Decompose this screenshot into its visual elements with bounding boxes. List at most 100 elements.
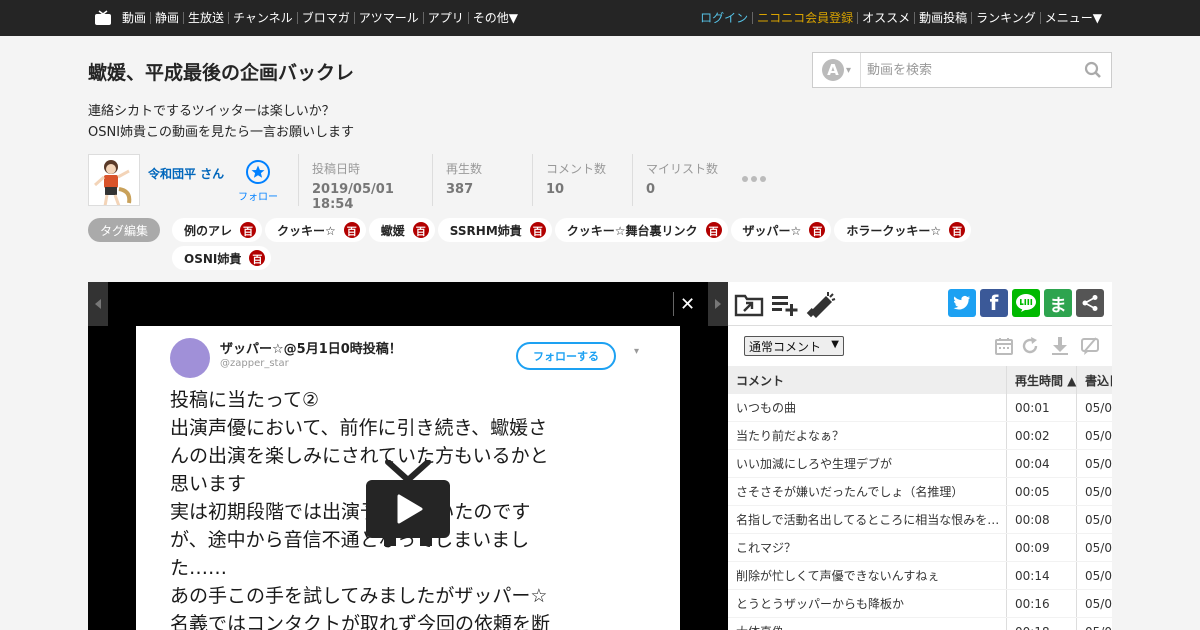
- next-panel-button[interactable]: [708, 282, 728, 326]
- tweet-line: た……: [170, 557, 228, 579]
- stat-value: 387: [446, 182, 474, 197]
- nav-app[interactable]: アプリ: [422, 12, 468, 24]
- nav-register[interactable]: ニコニコ会員登録: [752, 12, 857, 24]
- header-posted[interactable]: 書込日: [1077, 366, 1112, 394]
- tag-item[interactable]: ホラークッキー☆ 百: [834, 218, 972, 242]
- uploader-avatar[interactable]: [88, 154, 140, 206]
- nav-live[interactable]: 生放送: [183, 12, 228, 24]
- dictionary-icon[interactable]: 百: [809, 222, 826, 238]
- tag-item[interactable]: 例のアレ百: [172, 218, 263, 242]
- comment-time: 00:14: [1007, 562, 1077, 589]
- reload-icon[interactable]: [1020, 336, 1040, 356]
- nicoad-megaphone-icon[interactable]: [806, 290, 836, 318]
- niconico-tv-logo-icon[interactable]: [94, 10, 112, 26]
- comment-time: 00:02: [1007, 422, 1077, 449]
- tag-item[interactable]: クッキー☆ 百: [265, 218, 366, 242]
- comment-row[interactable]: いつもの曲 00:01 05/01: [728, 394, 1112, 422]
- tag-item[interactable]: クッキー☆舞台裏リンク百: [554, 218, 728, 242]
- comment-row[interactable]: とうとうザッパーからも降板か 00:16 05/01: [728, 590, 1112, 618]
- tweet-avatar: [170, 338, 210, 378]
- nav-menu[interactable]: メニュー▼: [1039, 12, 1106, 24]
- comment-posted: 05/01: [1085, 484, 1112, 499]
- comment-posted: 05/02: [1085, 456, 1112, 471]
- comment-row[interactable]: 名指しで活動名出してるところに相当な恨みを… 00:08 05/01: [728, 506, 1112, 534]
- dictionary-icon[interactable]: 百: [412, 222, 429, 238]
- video-description: 連絡シカトでするツイッターは楽しいか？ OSNI姉貴この動画を見たら一言お願いし…: [88, 101, 354, 143]
- tweet-line: 出演声優において、前作に引き続き、蠍媛さ: [170, 417, 548, 439]
- comment-row[interactable]: さそさそが嫌いだったんでしょ（名推理） 00:05 05/01: [728, 478, 1112, 506]
- dictionary-icon[interactable]: 百: [949, 222, 966, 238]
- header-comment[interactable]: コメント: [728, 366, 1007, 394]
- search-input[interactable]: [861, 55, 1076, 85]
- video-stats: 投稿日時 2019/05/01 18:54 再生数 387 コメント数 10 マ…: [298, 154, 732, 212]
- stat-posted-at: 投稿日時 2019/05/01 18:54: [298, 154, 432, 212]
- line-logo-icon: [1016, 294, 1036, 312]
- close-overlay-button[interactable]: ✕: [673, 292, 701, 316]
- stat-label: 再生数: [446, 162, 483, 176]
- share-line-button[interactable]: [1012, 289, 1040, 317]
- comment-row[interactable]: 削除が忙しくて声優できないんすねぇ 00:14 05/01: [728, 562, 1112, 590]
- scroll-follow-icon[interactable]: [1050, 336, 1070, 356]
- share-mastodon-button[interactable]: ま: [1044, 289, 1072, 317]
- comment-posted: 05/02: [1077, 618, 1112, 630]
- share-twitter-button[interactable]: [948, 289, 976, 317]
- nav-other[interactable]: その他▼: [467, 12, 522, 24]
- comment-hide-icon[interactable]: [1080, 336, 1100, 356]
- dictionary-icon[interactable]: 百: [240, 222, 257, 238]
- nav-login[interactable]: ログイン: [696, 12, 752, 24]
- comment-controls: 通常コメント ▼: [728, 326, 1112, 366]
- share-facebook-button[interactable]: f: [980, 289, 1008, 317]
- mylist-folder-icon[interactable]: [734, 290, 764, 318]
- nav-blomaga[interactable]: ブロマガ: [296, 12, 354, 24]
- nav-upload[interactable]: 動画投稿: [914, 12, 971, 24]
- tag-item[interactable]: 蠍媛百: [368, 218, 435, 242]
- search-mode-selector[interactable]: A ▾: [813, 53, 861, 87]
- tag-item[interactable]: OSNI姉貴百: [172, 246, 272, 270]
- comment-time: 00:05: [1007, 478, 1077, 505]
- nav-seiga[interactable]: 静画: [150, 12, 183, 24]
- dictionary-icon[interactable]: 百: [343, 222, 360, 238]
- comment-time: 00:18: [1007, 618, 1077, 630]
- comment-posted: 05/01: [1085, 428, 1112, 443]
- follow-label: フォロー: [238, 192, 278, 203]
- comment-mode-select[interactable]: 通常コメント ▼: [744, 336, 844, 356]
- header-time[interactable]: 再生時間 ▲: [1007, 366, 1077, 394]
- nav-channel[interactable]: チャンネル: [228, 12, 297, 24]
- comment-panel: f ま 通常コメント ▼ コメント 再生時間 ▲ 書込 いつもの曲 00:01 …: [728, 282, 1112, 630]
- share-more-button[interactable]: [1076, 289, 1104, 317]
- follow-button[interactable]: フォロー: [234, 160, 282, 203]
- tag-label: ホラークッキー☆: [846, 223, 942, 238]
- comment-text: さそさそが嫌いだったんでしょ（名推理）: [728, 478, 1007, 505]
- tag-item[interactable]: SSRHM姉貴百: [437, 218, 552, 242]
- twitter-bird-icon: [953, 295, 970, 310]
- nav-recommend[interactable]: オススメ: [857, 12, 914, 24]
- dictionary-icon[interactable]: 百: [705, 222, 722, 238]
- add-to-playlist-icon[interactable]: [770, 290, 800, 318]
- tag-label: SSRHM姉貴: [449, 223, 522, 238]
- video-player[interactable]: ✕ ザッパー☆@5月1日0時投稿！ @zapper_star フォローする ▾ …: [88, 282, 728, 630]
- tag-label: クッキー☆: [277, 223, 336, 238]
- comment-text: 名指しで活動名出してるところに相当な恨みを…: [728, 506, 1007, 533]
- comment-row[interactable]: これマジ？ 00:09 05/01: [728, 534, 1112, 562]
- comment-row[interactable]: 当たり前だよなぁ？ 00:02 05/01: [728, 422, 1112, 450]
- tag-item[interactable]: ザッパー☆ 百: [730, 218, 832, 242]
- nav-atsumaru[interactable]: アツマール: [353, 12, 423, 24]
- comment-row[interactable]: 大体真偽 00:18 05/02: [728, 618, 1112, 630]
- global-nav-right: ログイン ニコニコ会員登録 オススメ 動画投稿 ランキング メニュー▼: [696, 0, 1106, 36]
- global-nav-left: 動画 静画 生放送 チャンネル ブロマガ アツマール アプリ その他▼: [94, 0, 522, 36]
- play-button-icon[interactable]: [366, 460, 450, 550]
- comment-text: 当たり前だよなぁ？: [728, 422, 1007, 449]
- search-button[interactable]: [1076, 53, 1110, 87]
- nav-douga[interactable]: 動画: [118, 12, 150, 24]
- dictionary-icon[interactable]: 百: [529, 222, 546, 238]
- comment-list-header: コメント 再生時間 ▲ 書込日: [728, 366, 1112, 394]
- calendar-icon[interactable]: [994, 336, 1014, 356]
- tag-edit-button[interactable]: タグ編集: [88, 218, 160, 242]
- nav-ranking[interactable]: ランキング: [971, 12, 1040, 24]
- search-mode-arrow: ▾: [845, 64, 852, 76]
- dictionary-icon[interactable]: 百: [249, 250, 266, 266]
- comment-row[interactable]: いい加減にしろや生理デブが 00:04 05/02: [728, 450, 1112, 478]
- prev-panel-button[interactable]: [88, 282, 108, 326]
- more-menu-dots-icon[interactable]: [742, 176, 766, 182]
- uploader-name-link[interactable]: 令和団平 さん: [148, 165, 224, 182]
